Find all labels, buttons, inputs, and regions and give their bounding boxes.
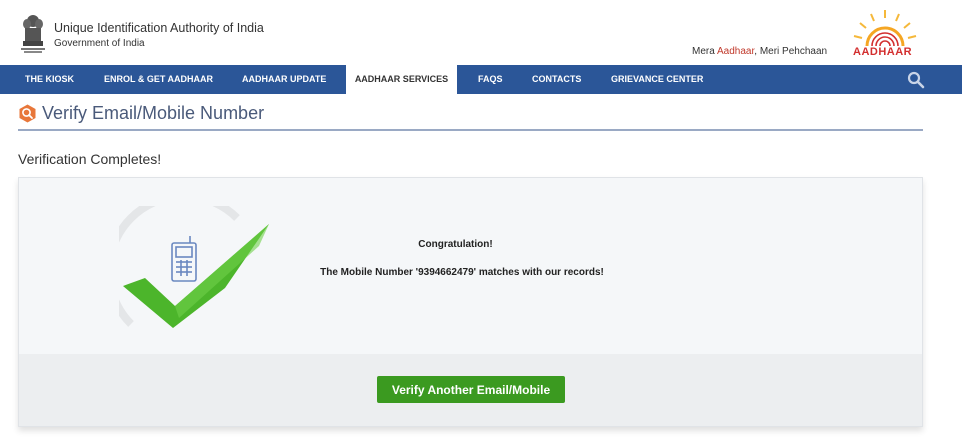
nav-item-aadhaar-services[interactable]: AADHAAR SERVICES (346, 65, 457, 94)
verification-illustration (119, 206, 269, 328)
congratulation-message: Congratulation! (418, 239, 493, 250)
nav-item-enrol-get-aadhaar[interactable]: ENROL & GET AADHAAR (104, 65, 213, 94)
result-message-area: Congratulation! The Mobile Number '93946… (19, 178, 922, 354)
page-title: Verify Email/Mobile Number (42, 103, 265, 123)
aadhaar-logo-text: AADHAAR (853, 46, 913, 58)
tagline-highlight: Aadhaar (717, 46, 755, 57)
site-header: Unique Identification Authority of India… (0, 0, 962, 65)
mobile-phone-icon (171, 236, 197, 282)
national-emblem-icon (21, 15, 45, 53)
nav-item-aadhaar-update[interactable]: AADHAAR UPDATE (242, 65, 326, 94)
nav-item-the-kiosk[interactable]: THE KIOSK (25, 65, 74, 94)
nav-item-faqs[interactable]: FAQS (478, 65, 503, 94)
verify-another-button[interactable]: Verify Another Email/Mobile (377, 376, 565, 403)
verification-result-panel: Congratulation! The Mobile Number '93946… (18, 177, 923, 427)
main-nav: THE KIOSK ENROL & GET AADHAAR AADHAAR UP… (0, 65, 962, 94)
tagline-prefix: Mera (692, 46, 718, 57)
nav-item-grievance-center[interactable]: GRIEVANCE CENTER (611, 65, 703, 94)
org-name: Unique Identification Authority of India (54, 21, 264, 35)
nav-item-contacts[interactable]: CONTACTS (532, 65, 581, 94)
org-subtitle: Government of India (54, 38, 145, 49)
mobile-match-message: The Mobile Number '9394662479' matches w… (320, 267, 604, 278)
tagline-suffix: , Meri Pehchaan (754, 46, 828, 57)
tagline: Mera Aadhaar, Meri Pehchaan (692, 46, 827, 57)
panel-actions: Verify Another Email/Mobile (19, 354, 922, 426)
search-icon[interactable] (905, 70, 927, 90)
search-magnifier-badge-icon (19, 104, 36, 123)
title-divider (18, 129, 923, 131)
verification-status-heading: Verification Completes! (18, 151, 162, 167)
